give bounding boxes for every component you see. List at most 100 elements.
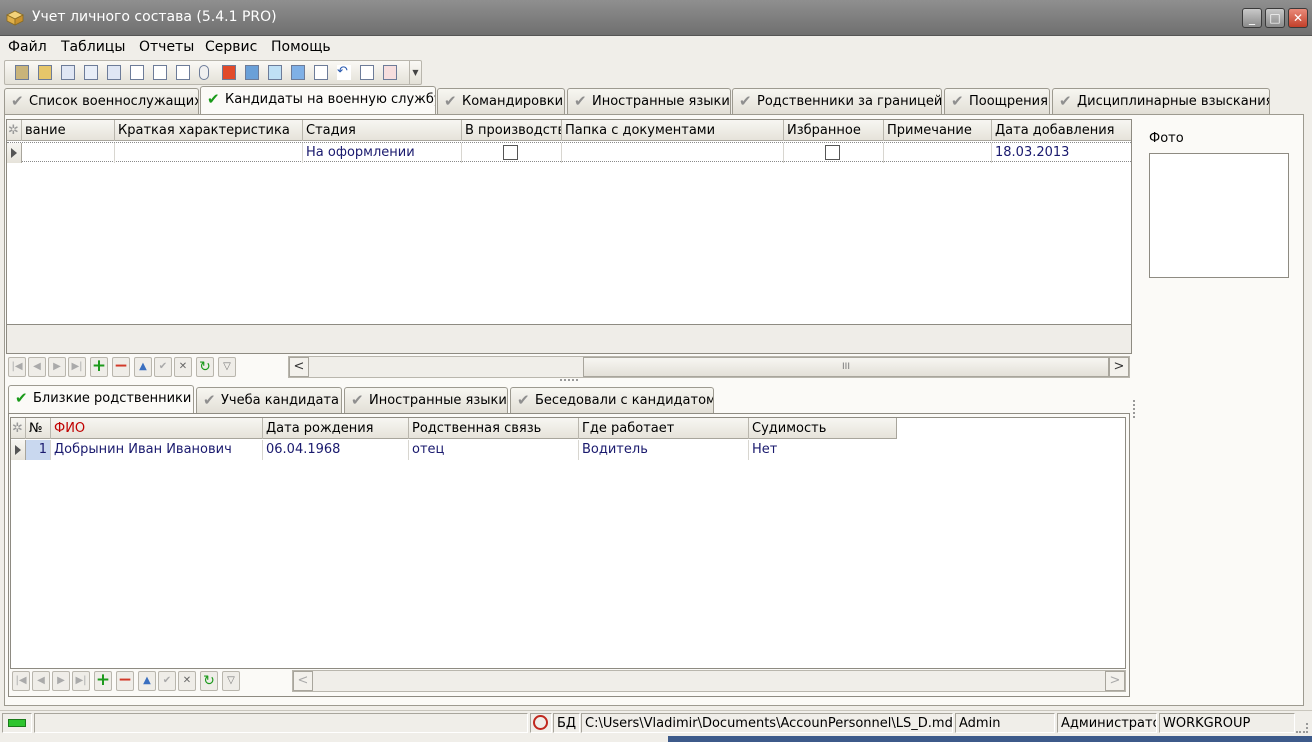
- tab-servicemen[interactable]: ✔ Список военнослужащих: [4, 88, 199, 114]
- relatives-grid[interactable]: ✲ № ФИО Дата рождения Родственная связь …: [10, 417, 1126, 669]
- cell-fio[interactable]: Добрынин Иван Иванович: [51, 440, 263, 460]
- edit-icon[interactable]: ▲: [134, 357, 152, 377]
- filter-icon[interactable]: ▽: [218, 357, 236, 377]
- col-workplace[interactable]: Где работает: [579, 418, 749, 439]
- col-note[interactable]: Примечание: [884, 120, 992, 141]
- cell-criminal-record[interactable]: Нет: [749, 440, 897, 460]
- tab-business-trips[interactable]: ✔ Командировки: [437, 88, 565, 114]
- last-icon[interactable]: ▶|: [72, 671, 90, 691]
- add-icon[interactable]: +: [94, 671, 112, 691]
- chart-icon[interactable]: [383, 65, 397, 80]
- resize-grip-icon[interactable]: [1296, 723, 1308, 733]
- col-date-added[interactable]: Дата добавления: [992, 120, 1131, 141]
- vertical-splitter-grip-icon[interactable]: [1133, 400, 1137, 418]
- tab-penalties[interactable]: ✔ Дисциплинарные взыскания: [1052, 88, 1270, 114]
- col-criminal-record[interactable]: Судимость: [749, 418, 897, 439]
- scroll-right-icon[interactable]: >: [1109, 357, 1129, 377]
- prior-icon[interactable]: ◀: [32, 671, 50, 691]
- splitter-grip-icon[interactable]: [560, 379, 578, 383]
- candidates-grid[interactable]: ✲ вание Краткая характеристика Стадия В …: [6, 119, 1132, 325]
- favorite-checkbox[interactable]: [825, 145, 840, 160]
- refresh-icon[interactable]: ↻: [196, 357, 214, 377]
- col-favorite[interactable]: Избранное: [784, 120, 884, 141]
- html-icon[interactable]: [291, 65, 305, 80]
- col-fio[interactable]: ФИО: [51, 418, 263, 439]
- last-icon[interactable]: ▶|: [68, 357, 86, 377]
- book-icon[interactable]: [222, 65, 236, 80]
- image-icon[interactable]: [245, 65, 259, 80]
- cell-date-added[interactable]: 18.03.2013: [992, 143, 1131, 163]
- cell-birth-date[interactable]: 06.04.1968: [263, 440, 409, 460]
- in-production-checkbox[interactable]: [503, 145, 518, 160]
- next-icon[interactable]: ▶: [52, 671, 70, 691]
- delete-icon[interactable]: −: [112, 357, 130, 377]
- clipboard-icon[interactable]: [268, 65, 282, 80]
- first-icon[interactable]: |◀: [8, 357, 26, 377]
- tab-sub-languages[interactable]: ✔ Иностранные языки: [344, 387, 508, 413]
- tab-relatives-abroad[interactable]: ✔ Родственники за границей: [732, 88, 942, 114]
- cell-relation[interactable]: отец: [409, 440, 579, 460]
- scroll-left-icon[interactable]: <: [289, 357, 309, 377]
- col-relation[interactable]: Родственная связь: [409, 418, 579, 439]
- grid-settings-icon[interactable]: ✲: [7, 120, 22, 141]
- cell-name[interactable]: [22, 143, 115, 163]
- scroll-left-icon[interactable]: <: [293, 671, 313, 691]
- maximize-button[interactable]: □: [1265, 8, 1285, 28]
- toolbar-overflow-icon[interactable]: ▼: [409, 61, 421, 84]
- cell-folder[interactable]: [562, 143, 784, 163]
- refresh-icon[interactable]: ↻: [200, 671, 218, 691]
- menu-file[interactable]: Файл: [8, 39, 47, 55]
- delete-icon[interactable]: −: [116, 671, 134, 691]
- col-in-production[interactable]: В производстве: [462, 120, 562, 141]
- scroll-right-icon[interactable]: >: [1105, 671, 1125, 691]
- cancel-icon[interactable]: ✕: [178, 671, 196, 691]
- bottom-horizontal-scrollbar[interactable]: < >: [292, 670, 1126, 692]
- table-icon[interactable]: [61, 65, 75, 80]
- next-icon[interactable]: ▶: [48, 357, 66, 377]
- menu-service[interactable]: Сервис: [205, 39, 257, 55]
- menu-help[interactable]: Помощь: [271, 39, 331, 55]
- preview-icon[interactable]: [314, 65, 328, 80]
- title-bar[interactable]: Учет личного состава (5.4.1 PRO) _ □ ✕: [0, 0, 1312, 36]
- menu-tables[interactable]: Таблицы: [61, 39, 125, 55]
- col-number[interactable]: №: [26, 418, 51, 439]
- grid-settings-icon[interactable]: ✲: [11, 418, 26, 439]
- calendar-icon[interactable]: [107, 65, 121, 80]
- minimize-button[interactable]: _: [1242, 8, 1262, 28]
- col-birth-date[interactable]: Дата рождения: [263, 418, 409, 439]
- first-icon[interactable]: |◀: [12, 671, 30, 691]
- cell-characteristic[interactable]: [115, 143, 303, 163]
- post-icon[interactable]: ✔: [154, 357, 172, 377]
- attach-icon[interactable]: [199, 65, 209, 80]
- post-icon[interactable]: ✔: [158, 671, 176, 691]
- row-indicator-icon[interactable]: [11, 440, 26, 460]
- export-icon[interactable]: [176, 65, 190, 80]
- cell-number[interactable]: 1: [26, 440, 51, 460]
- tab-languages[interactable]: ✔ Иностранные языки: [567, 88, 731, 114]
- cell-stage[interactable]: На оформлении: [303, 143, 462, 163]
- report-icon[interactable]: [15, 65, 29, 80]
- tab-awards[interactable]: ✔ Поощрения: [944, 88, 1050, 114]
- tab-interviewed[interactable]: ✔ Беседовали с кандидатом: [510, 387, 714, 413]
- scroll-thumb[interactable]: III: [583, 357, 1109, 377]
- tab-candidate-education[interactable]: ✔ Учеба кандидата: [196, 387, 342, 413]
- undo-icon[interactable]: ↶: [337, 65, 351, 80]
- row-indicator-icon[interactable]: [7, 143, 22, 163]
- col-characteristic[interactable]: Краткая характеристика: [115, 120, 303, 141]
- col-folder[interactable]: Папка с документами: [562, 120, 784, 141]
- close-button[interactable]: ✕: [1288, 8, 1308, 28]
- edit-icon[interactable]: ▲: [138, 671, 156, 691]
- add-icon[interactable]: +: [90, 357, 108, 377]
- top-horizontal-scrollbar[interactable]: < III >: [288, 356, 1130, 378]
- prior-icon[interactable]: ◀: [28, 357, 46, 377]
- tab-candidates[interactable]: ✔ Кандидаты на военную службу: [200, 86, 436, 114]
- split-icon[interactable]: [130, 65, 144, 80]
- cancel-icon[interactable]: ✕: [174, 357, 192, 377]
- col-name[interactable]: вание: [22, 120, 115, 141]
- users-icon[interactable]: [84, 65, 98, 80]
- list-icon[interactable]: [360, 65, 374, 80]
- tab-close-relatives[interactable]: ✔ Близкие родственники: [8, 385, 194, 413]
- cell-workplace[interactable]: Водитель: [579, 440, 749, 460]
- document-icon[interactable]: [38, 65, 52, 80]
- menu-reports[interactable]: Отчеты: [139, 39, 194, 55]
